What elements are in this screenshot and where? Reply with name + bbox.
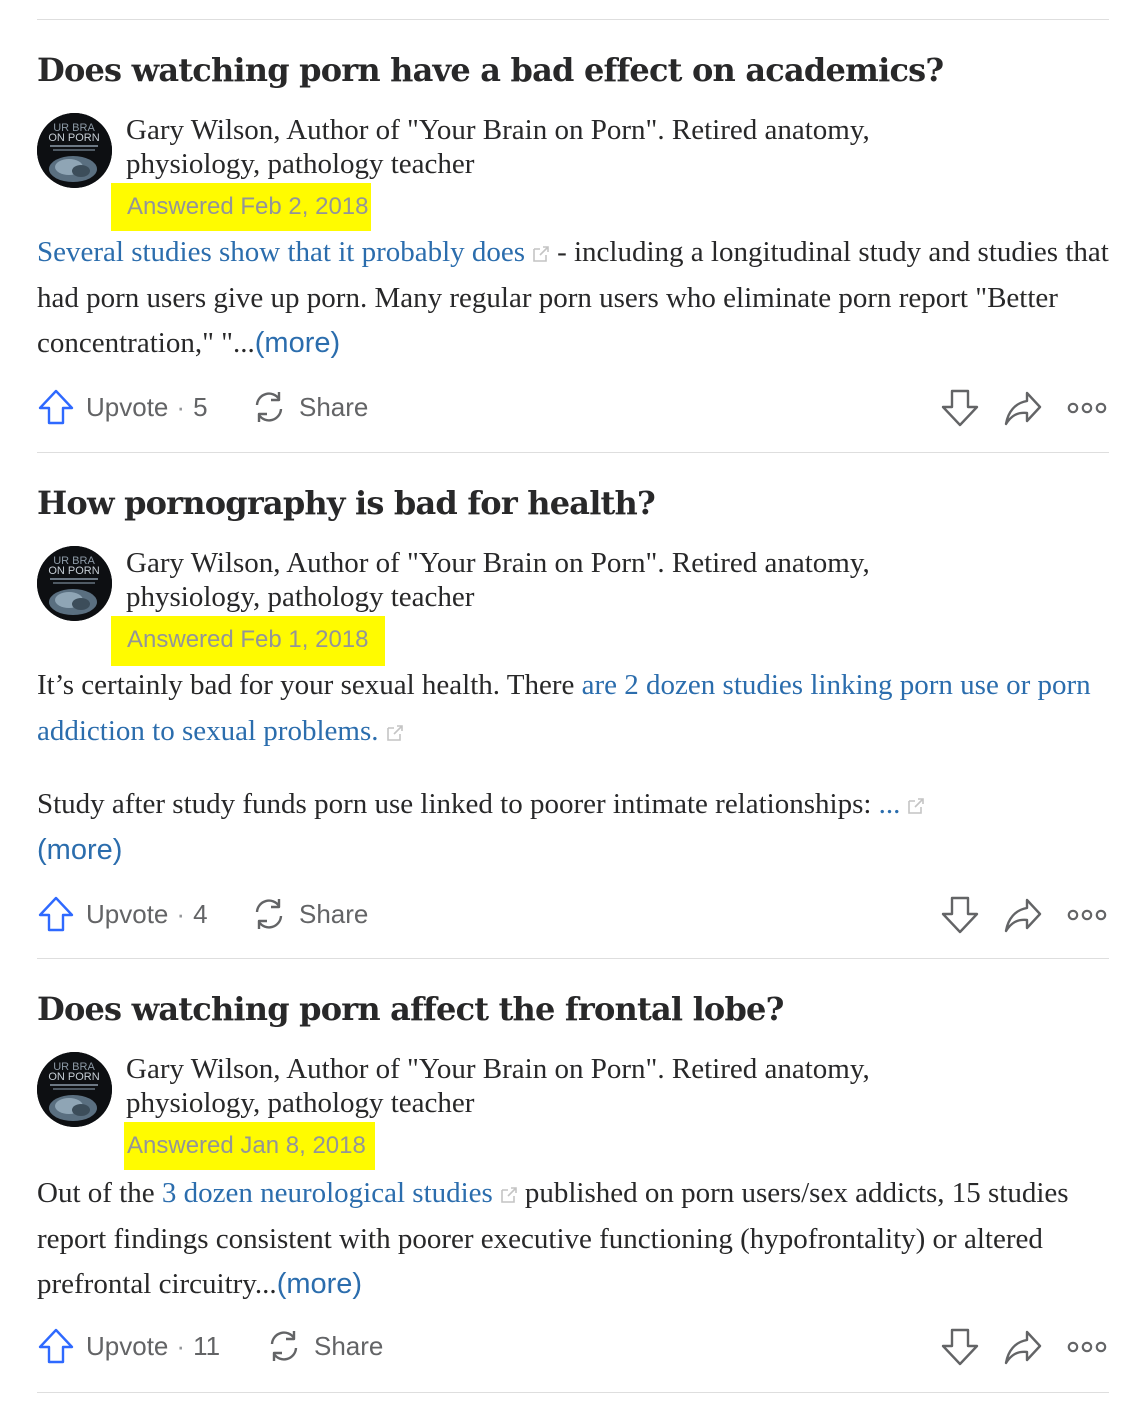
answered-date[interactable]: Answered Feb 1, 2018	[127, 627, 369, 653]
action-bar: Upvote · 5 Share	[0, 382, 1129, 432]
external-link-icon	[386, 724, 403, 741]
more-options-icon[interactable]	[1067, 905, 1107, 925]
avatar[interactable]: UR BRA ON PORN	[37, 113, 112, 188]
author-credential[interactable]: Gary Wilson, Author of "Your Brain on Po…	[126, 113, 1006, 181]
upvote-label: Upvote	[86, 1330, 169, 1361]
answer-body[interactable]: Several studies show that it probably do…	[37, 230, 1109, 367]
downvote-arrow-icon[interactable]	[940, 388, 980, 428]
separator-dot: ·	[176, 898, 186, 929]
upvote-count: 4	[193, 898, 208, 929]
avatar-logo-text: ON PORN	[48, 1071, 99, 1083]
answered-date[interactable]: Answered Jan 8, 2018	[127, 1133, 366, 1159]
separator-dot: ·	[176, 1330, 186, 1361]
share-label: Share	[299, 898, 369, 929]
external-link-icon	[533, 246, 549, 262]
author-credential[interactable]: Gary Wilson, Author of "Your Brain on Po…	[126, 1052, 1006, 1120]
upvote-button[interactable]: Upvote · 4	[37, 889, 208, 939]
downvote-arrow-icon[interactable]	[940, 1327, 980, 1367]
upvote-count: 11	[193, 1330, 221, 1361]
body-link[interactable]: 3 dozen neurological studies	[162, 1177, 493, 1209]
more-options-icon[interactable]	[1067, 398, 1107, 418]
ellipsis-link[interactable]: ...	[879, 788, 901, 820]
answered-date-highlight: Answered Jan 8, 2018	[124, 1122, 375, 1170]
avatar-logo-text: ON PORN	[48, 132, 99, 144]
share-label: Share	[299, 391, 369, 422]
avatar[interactable]: UR BRA ON PORN	[37, 1052, 112, 1127]
share-cycle-icon	[255, 392, 283, 422]
more-options-icon[interactable]	[1067, 1337, 1107, 1357]
share-cycle-icon	[270, 1331, 298, 1361]
answer-feed: Does watching porn have a bad effect on …	[0, 0, 1129, 1411]
external-link-icon	[908, 798, 925, 814]
share-cycle-icon	[255, 899, 283, 929]
more-link[interactable]: (more)	[37, 834, 122, 866]
divider	[37, 958, 1109, 959]
share-button[interactable]: Share	[250, 889, 368, 939]
question-title[interactable]: Does watching porn have a bad effect on …	[37, 50, 944, 90]
body-link[interactable]: Several studies show that it probably do…	[37, 236, 525, 268]
downvote-arrow-icon[interactable]	[940, 895, 980, 935]
divider	[37, 19, 1109, 20]
answer-body[interactable]: Out of the 3 dozen neurological studies p…	[37, 1171, 1109, 1308]
upvote-count: 5	[193, 391, 208, 422]
answer-body-paragraph[interactable]: Study after study funds porn use linked …	[37, 782, 1109, 873]
upvote-button[interactable]: Upvote · 11	[37, 1321, 220, 1371]
share-button[interactable]: Share	[265, 1321, 383, 1371]
upvote-arrow-icon	[38, 1328, 74, 1364]
reshare-arrow-icon[interactable]	[1003, 895, 1043, 935]
separator-dot: ·	[176, 391, 186, 422]
external-link-icon	[501, 1187, 517, 1203]
more-link[interactable]: (more)	[277, 1268, 362, 1300]
share-label: Share	[314, 1330, 384, 1361]
answered-date-highlight: Answered Feb 2, 2018	[111, 183, 371, 231]
question-title[interactable]: How pornography is bad for health?	[37, 483, 656, 523]
upvote-button[interactable]: Upvote · 5	[37, 382, 208, 432]
reshare-arrow-icon[interactable]	[1003, 388, 1043, 428]
answered-date-highlight: Answered Feb 1, 2018	[111, 616, 385, 666]
avatar[interactable]: UR BRA ON PORN	[37, 546, 112, 621]
answer-body[interactable]: It’s certainly bad for your sexual healt…	[37, 663, 1109, 754]
upvote-label: Upvote	[86, 391, 169, 422]
action-bar: Upvote · 11 Share	[0, 1321, 1129, 1371]
avatar-logo-text: ON PORN	[48, 565, 99, 577]
answered-date[interactable]: Answered Feb 2, 2018	[127, 194, 369, 220]
question-title[interactable]: Does watching porn affect the frontal lo…	[37, 989, 784, 1029]
divider	[37, 452, 1109, 453]
share-button[interactable]: Share	[250, 382, 368, 432]
upvote-arrow-icon	[38, 896, 74, 932]
more-link[interactable]: (more)	[255, 327, 340, 359]
upvote-label: Upvote	[86, 898, 169, 929]
divider	[37, 1392, 1109, 1393]
reshare-arrow-icon[interactable]	[1003, 1327, 1043, 1367]
action-bar: Upvote · 4 Share	[0, 889, 1129, 939]
upvote-arrow-icon	[38, 389, 74, 425]
author-credential[interactable]: Gary Wilson, Author of "Your Brain on Po…	[126, 546, 1006, 614]
